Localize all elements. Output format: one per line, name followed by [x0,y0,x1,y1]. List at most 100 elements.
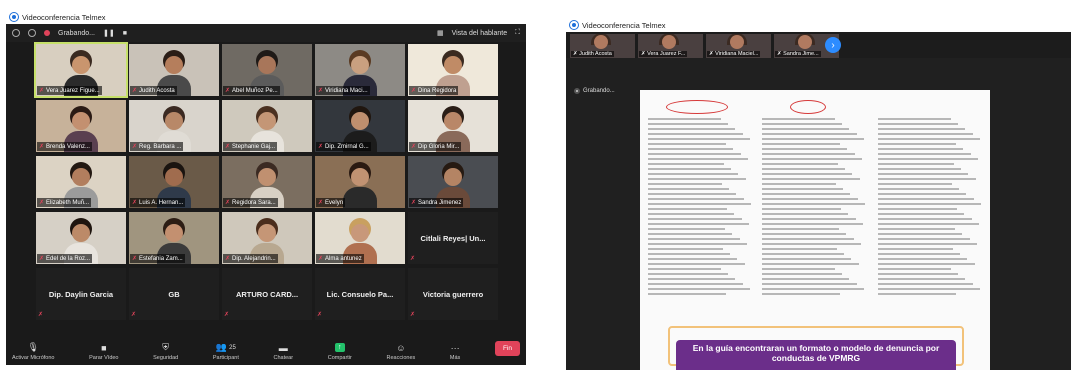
mic-off-icon: ✗ [318,144,324,150]
document-text-line [762,163,838,165]
document-text-line [648,233,733,235]
mic-off-icon: ✗ [318,88,324,94]
mic-off-icon: ✗ [132,88,138,94]
recording-icon [574,88,580,94]
document-text-line [648,118,721,120]
shield-button[interactable]: ⛨ Seguridad [153,342,179,361]
document-text-line [648,293,726,295]
participant-tile[interactable]: ✗ Edel de la Roz... [36,212,126,264]
toolbar-label: Reacciones [386,355,416,361]
strip-participant-tile[interactable]: ✗ Viridiana Maciel... [706,34,771,58]
security-status-icon[interactable] [28,29,36,37]
document-text-line [762,278,850,280]
document-text-line [762,198,858,200]
participant-tile[interactable]: ✗ Luis A. Hernan... [129,156,219,208]
mic-off-icon: ✗ [411,200,417,206]
chat-button[interactable]: ▬ Chatear [273,342,294,362]
participants-button[interactable]: 👥 25 Participant [213,342,239,361]
document-text-line [878,163,954,165]
strip-participant-tile[interactable]: ✗ Vera Juarez F... [638,34,703,58]
share-button[interactable]: ↑ Compartir [328,343,352,361]
participant-name-tag: ✗ Edel de la Roz... [37,254,93,263]
participant-tile[interactable]: ✗ Dip. Zmirnal G... [315,100,405,152]
document-text-line [878,278,966,280]
view-toggle-label[interactable]: Vista del hablante [452,30,508,37]
document-text-line [878,223,979,225]
participant-name-tag: ✗ Brenda Valenz... [37,142,92,151]
more-icon: ··· [450,342,460,353]
participant-tile[interactable]: ✗ Dina Regidora [408,44,498,96]
annotation-oval [666,100,728,114]
pause-recording-icon[interactable]: ❚❚ [103,29,115,37]
participant-tile[interactable]: ✗ Dip Gloria Mir... [408,100,498,152]
document-text-line [762,138,864,140]
recording-label-2: Grabando... [583,88,615,94]
document-text-line [878,238,970,240]
reactions-button[interactable]: ☺ Reacciones [386,342,416,362]
participant-tile[interactable]: ✗ Estefania Zam... [129,212,219,264]
document-text-line [648,188,730,190]
document-text-line [762,148,848,150]
document-text-line [648,168,732,170]
participant-name-tag: ✗ Viridiana Maci... [316,86,370,95]
participant-tile[interactable]: Dip. Daylin Garcia ✗ [36,268,126,320]
participant-tile[interactable]: ✗ Alma antunez [315,212,405,264]
more-button[interactable]: ··· Más [450,342,460,362]
participant-name-tag: ✗ Luis A. Hernan... [130,198,186,207]
participant-tile[interactable]: ✗ Regidora Sara... [222,156,312,208]
document-text-line [878,128,966,130]
document-text-line [648,143,726,145]
participant-tile[interactable]: Citlali Reyes| Un... ✗ [408,212,498,264]
participant-tile[interactable]: ✗ Viridiana Maci... [315,44,405,96]
document-text-line [762,253,845,255]
mic-off-icon: ✗ [411,144,417,150]
toolbar-label: Chatear [273,355,294,361]
participant-tile[interactable]: ✗ Reg. Barbara ... [129,100,219,152]
participant-tile[interactable]: GB ✗ [129,268,219,320]
meeting-toolbar: 🎙 Activar Micrófono ■ Parar Vídeo ⛨ Seguridad… [6,331,526,365]
document-text-line [878,118,951,120]
speaker-view-icon[interactable]: ▦ [437,29,444,37]
participant-tile[interactable]: ✗ Dip. Alejandrin... [222,212,312,264]
video-button[interactable]: ■ Parar Vídeo [89,343,119,362]
participant-tile[interactable]: ✗ Brenda Valenz... [36,100,126,152]
participant-name: Estefania Zam... [139,255,183,262]
participant-tile[interactable]: ✗ Vera Juarez Figue... [34,42,128,98]
end-meeting-button[interactable]: Fin [494,341,520,356]
document-text-line [648,253,731,255]
window-titlebar: Videoconferencia Telmex [6,10,526,24]
toolbar-label: Seguridad [153,355,179,361]
participant-tile[interactable]: ARTURO CARD... ✗ [222,268,312,320]
mic-off-icon: ✗ [39,200,45,206]
participant-name: ARTURO CARD... [235,289,299,299]
participant-name: GB [168,289,180,299]
fullscreen-icon[interactable]: ⛶ [515,29,520,37]
participant-tile[interactable]: ✗ Stephanie Gaj... [222,100,312,152]
stop-recording-icon[interactable]: ■ [123,30,127,37]
mic-off-button[interactable]: 🎙 Activar Micrófono [12,342,55,361]
participant-tile[interactable]: ✗ Evelyn [315,156,405,208]
participant-tile[interactable]: ✗ Elizabeth Muñ... [36,156,126,208]
participant-tile[interactable]: Victoria guerrero ✗ [408,268,498,320]
document-text-line [648,153,741,155]
participant-tile[interactable]: ✗ Judith Acosta [129,44,219,96]
participant-tile[interactable]: ✗ Sandra Jimenez [408,156,498,208]
next-page-icon[interactable]: › [825,37,841,53]
info-icon[interactable] [12,29,20,37]
strip-participant-tile[interactable]: ✗ Judith Acosta [570,34,635,58]
chat-icon: ▬ [278,342,288,353]
document-text-line [762,228,839,230]
participant-name-tag: ✗ Judith Acosta [130,86,177,95]
document-text-line [648,123,729,125]
shared-document[interactable]: En la guía encontraran un formato o mode… [640,90,990,370]
mic-off-icon: ✗ [318,200,324,206]
participant-video [798,35,812,49]
participant-tile[interactable]: ✗ Abel Muñoz Pe... [222,44,312,96]
document-text-line [878,148,964,150]
document-text-line [878,283,973,285]
toolbar-label: Parar Vídeo [89,355,119,361]
participant-tile[interactable]: Lic. Consuelo Pa... ✗ [315,268,405,320]
reactions-icon: ☺ [396,342,406,353]
document-text-line [648,208,728,210]
document-text-line [878,193,967,195]
